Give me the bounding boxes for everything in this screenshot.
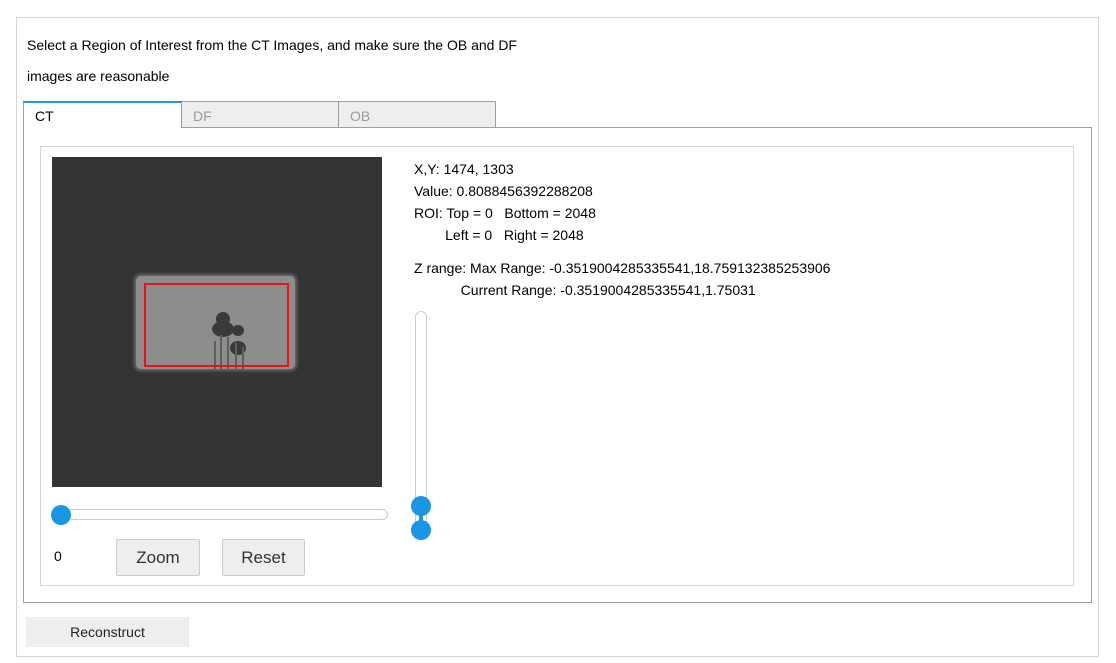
z-range-lower-handle[interactable] [411, 520, 431, 540]
instruction-line-2: images are reasonable [27, 68, 170, 84]
xy-readout: X,Y: 1474, 1303 [414, 161, 514, 177]
reconstruct-button[interactable]: Reconstruct [26, 617, 189, 647]
slice-slider-track[interactable] [55, 509, 388, 520]
tab-ct[interactable]: CT [23, 101, 182, 128]
roi-rectangle[interactable] [144, 283, 289, 367]
roi-readout-top-bottom: ROI: Top = 0 Bottom = 2048 [414, 205, 596, 221]
instruction-line-1: Select a Region of Interest from the CT … [27, 37, 517, 53]
roi-readout-left-right: Left = 0 Right = 2048 [414, 227, 584, 243]
z-range-readout: Z range: Max Range: -0.3519004285335541,… [414, 260, 831, 276]
current-range-readout: Current Range: -0.3519004285335541,1.750… [414, 282, 756, 298]
tab-df[interactable]: DF [181, 101, 339, 128]
z-range-upper-handle[interactable] [411, 496, 431, 516]
tab-ob[interactable]: OB [338, 101, 496, 128]
slice-slider-handle[interactable] [51, 505, 71, 525]
value-readout: Value: 0.8088456392288208 [414, 183, 593, 199]
zoom-button[interactable]: Zoom [116, 539, 200, 576]
slice-value-label: 0 [54, 548, 62, 564]
reset-button[interactable]: Reset [222, 539, 305, 576]
ct-image[interactable] [52, 157, 382, 487]
